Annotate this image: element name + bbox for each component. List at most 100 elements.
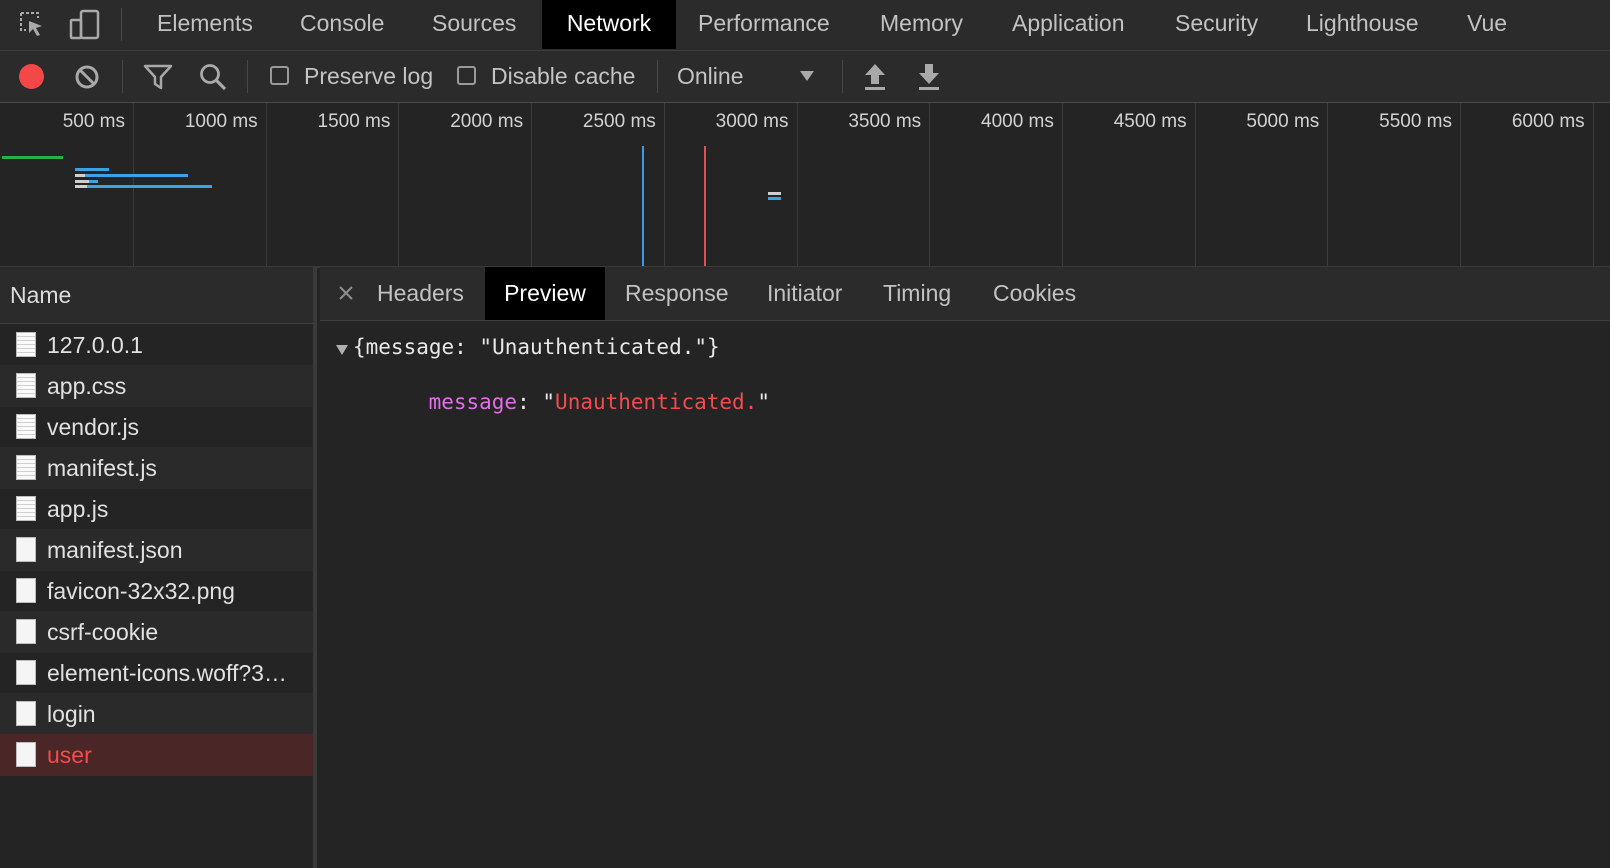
tab-memory[interactable]: Memory	[880, 0, 963, 49]
request-detail-tabs: Headers Preview Response Initiator Timing Coo…	[320, 267, 1610, 321]
tab-performance[interactable]: Performance	[698, 0, 830, 49]
timeline-tick-label: 2500 ms	[582, 111, 656, 132]
document-icon	[16, 496, 36, 521]
timeline-gridline	[929, 103, 931, 266]
timeline-gridline	[1194, 103, 1196, 266]
preserve-log-checkbox[interactable]	[270, 66, 289, 85]
request-name: favicon-32x32.png	[47, 578, 235, 604]
detail-tab-response[interactable]: Response	[625, 267, 729, 320]
timeline-tick-label: 4500 ms	[1113, 111, 1187, 132]
detail-tab-timing[interactable]: Timing	[883, 267, 951, 320]
request-row[interactable]: app.css	[0, 365, 313, 407]
devtools-tab-bar: Elements Console Sources Network Performance…	[0, 0, 1610, 51]
export-har-icon[interactable]	[916, 62, 942, 92]
tab-elements[interactable]: Elements	[157, 0, 253, 49]
json-colon: :	[517, 390, 543, 414]
name-header-label: Name	[10, 282, 72, 308]
document-icon	[16, 414, 36, 439]
record-button[interactable]	[19, 64, 44, 89]
overview-bar	[87, 185, 212, 188]
timeline-tick-label: 3000 ms	[715, 111, 789, 132]
tab-sources[interactable]: Sources	[432, 0, 516, 49]
file-icon	[16, 701, 36, 726]
json-property-row: message: "Unauthenticated."	[378, 366, 770, 438]
overview-bar	[75, 168, 109, 171]
request-row[interactable]: vendor.js	[0, 406, 313, 448]
dom-content-loaded-marker	[642, 146, 644, 266]
request-row[interactable]: 127.0.0.1	[0, 324, 313, 366]
tab-lighthouse[interactable]: Lighthouse	[1306, 0, 1419, 49]
device-toolbar-icon[interactable]	[68, 8, 102, 42]
request-name: element-icons.woff?3…	[47, 660, 287, 686]
tab-application[interactable]: Application	[1012, 0, 1125, 49]
request-row[interactable]: app.js	[0, 488, 313, 530]
throttling-value: Online	[677, 63, 744, 89]
detail-tab-initiator[interactable]: Initiator	[767, 267, 842, 320]
network-toolbar: Preserve log Disable cache Online	[0, 51, 1610, 103]
request-name: app.css	[47, 373, 127, 399]
import-har-icon[interactable]	[862, 62, 888, 92]
name-column-header[interactable]: Name	[0, 267, 313, 324]
timeline-tick-label: 2000 ms	[450, 111, 524, 132]
detail-tab-cookies[interactable]: Cookies	[993, 267, 1076, 320]
timeline-tick-label: 5500 ms	[1379, 111, 1452, 132]
load-event-marker	[704, 146, 706, 266]
timeline-tick-label: 1500 ms	[317, 111, 391, 132]
request-row[interactable]: csrf-cookie	[0, 611, 313, 653]
request-row[interactable]: favicon-32x32.png	[0, 570, 313, 612]
tab-security[interactable]: Security	[1175, 0, 1258, 49]
overview-bar	[89, 180, 98, 183]
json-open-quote: "	[542, 390, 556, 414]
request-name: login	[47, 701, 96, 727]
expand-triangle-icon[interactable]	[335, 344, 349, 356]
request-row[interactable]: manifest.js	[0, 447, 313, 489]
element-picker-icon[interactable]	[18, 10, 48, 40]
request-row[interactable]: manifest.json	[0, 529, 313, 571]
json-close-quote: "	[757, 390, 770, 414]
preserve-log-label[interactable]: Preserve log	[304, 51, 433, 102]
timeline-gridline	[398, 103, 400, 266]
toolbar-divider	[121, 8, 122, 41]
request-row[interactable]: login	[0, 693, 313, 735]
request-name: vendor.js	[47, 414, 140, 440]
overview-bar	[75, 180, 89, 183]
request-name: manifest.js	[47, 455, 157, 481]
request-name: app.js	[47, 496, 109, 522]
detail-tab-preview[interactable]: Preview	[485, 267, 605, 320]
close-icon[interactable]	[338, 285, 354, 301]
filter-icon[interactable]	[143, 63, 173, 91]
file-icon	[16, 537, 36, 562]
overview-bar-waiting	[75, 174, 85, 177]
dropdown-arrow-icon	[800, 71, 814, 81]
overview-bar	[768, 197, 781, 200]
timeline-gridline	[1460, 103, 1461, 266]
request-row[interactable]: user	[0, 734, 313, 776]
clear-icon[interactable]	[73, 63, 101, 91]
network-overview-timeline[interactable]: 500 ms 1000 ms 1500 ms 2000 ms 2500 ms 3000 m…	[0, 103, 1610, 268]
disable-cache-checkbox[interactable]	[457, 66, 476, 85]
timeline-gridline	[531, 103, 533, 266]
request-name: csrf-cookie	[47, 619, 159, 645]
tab-network[interactable]: Network	[542, 0, 676, 49]
throttling-select[interactable]: Online	[669, 56, 825, 97]
toolbar-divider	[247, 60, 248, 93]
document-icon	[16, 332, 36, 357]
timeline-gridline	[796, 103, 798, 266]
json-property-value: Unauthenticated.	[555, 390, 758, 414]
detail-tab-headers[interactable]: Headers	[377, 267, 464, 320]
json-property-key: message	[428, 390, 518, 414]
file-icon	[16, 619, 36, 644]
request-name: user	[47, 742, 92, 768]
disable-cache-label[interactable]: Disable cache	[491, 51, 635, 102]
request-name: manifest.json	[47, 537, 183, 563]
tab-console[interactable]: Console	[300, 0, 384, 49]
timeline-gridline	[265, 103, 267, 266]
file-icon	[16, 742, 36, 767]
tab-vue[interactable]: Vue	[1467, 0, 1507, 49]
toolbar-divider	[657, 60, 658, 93]
json-summary-text: {message: "Unauthenticated."}	[353, 335, 720, 359]
timeline-tick-label: 1000 ms	[184, 111, 258, 132]
request-row[interactable]: element-icons.woff?3…	[0, 652, 313, 694]
overview-bar-document	[2, 156, 63, 159]
search-icon[interactable]	[198, 62, 228, 92]
